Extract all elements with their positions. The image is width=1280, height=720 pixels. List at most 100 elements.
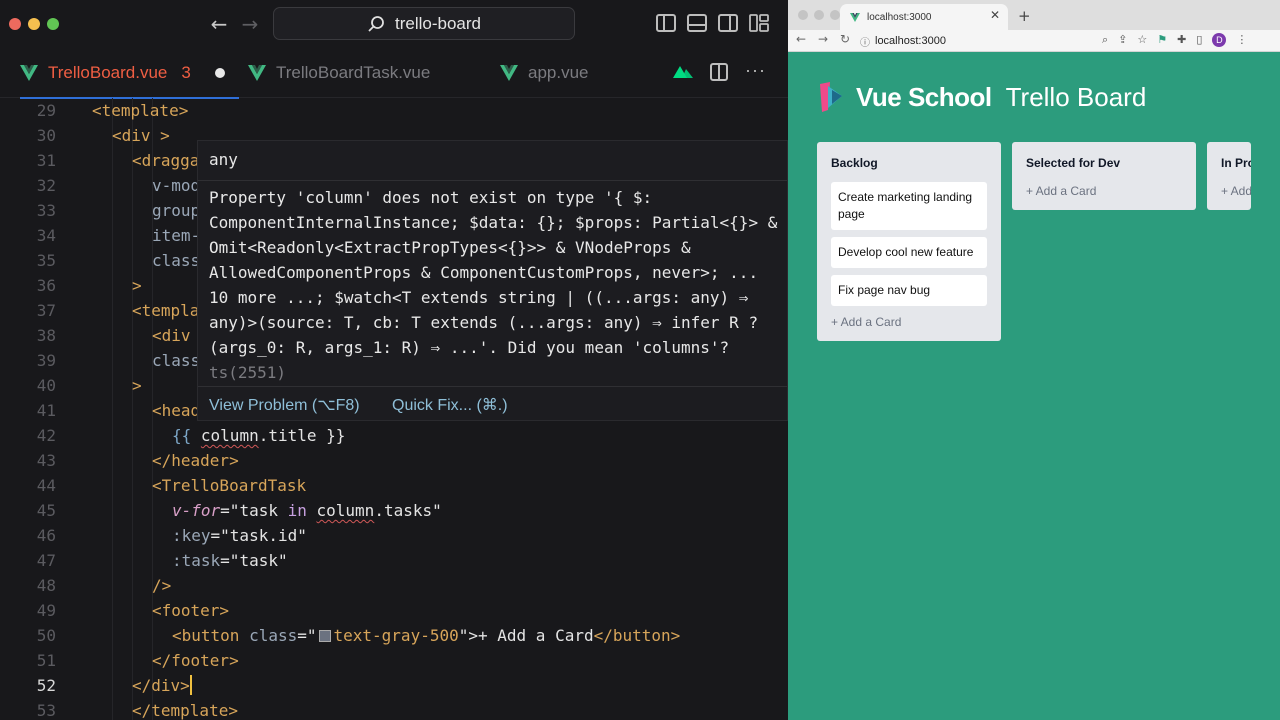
error-token[interactable]: column [201, 426, 259, 445]
browser-forward-icon[interactable]: → [818, 32, 828, 46]
add-card-button[interactable]: + Add a Card [831, 313, 987, 329]
code-text: :key [172, 526, 211, 545]
zoom-icon[interactable]: ⌕ [1102, 33, 1108, 47]
close-tab-icon[interactable]: ✕ [990, 8, 1000, 22]
color-swatch-icon[interactable] [318, 630, 331, 642]
code-text: <div [152, 326, 191, 345]
task-card[interactable]: Develop cool new feature [831, 237, 987, 268]
quick-fix-link[interactable]: Quick Fix... (⌘.) [392, 395, 508, 415]
view-problem-link[interactable]: View Problem (⌥F8) [209, 395, 360, 415]
side-panel-icon[interactable]: ▯ [1196, 33, 1202, 47]
line-number: 37 [36, 301, 56, 320]
browser-toolbar: ← → ↻ ⓘ localhost:3000 ⌕ ⇪ ☆ ⚑ ✚ ▯ D ⋮ [788, 30, 1280, 52]
vue-file-icon [500, 65, 518, 81]
line-number: 39 [36, 351, 56, 370]
vue-devtools-icon[interactable]: ⚑ [1157, 33, 1167, 47]
forward-arrow-icon[interactable]: → [236, 10, 264, 38]
hover-error-message: Property 'column' does not exist on type… [209, 185, 779, 385]
command-center-search[interactable]: trello-board [273, 7, 575, 40]
board-column-in-progress[interactable]: In Pro + Add [1207, 142, 1251, 210]
code-text: + Add a Card [478, 626, 594, 645]
toggle-primary-sidebar-icon[interactable] [656, 14, 676, 32]
code-editor-window: ← → trello-board TrelloBoard.vue 3 Trell… [0, 0, 788, 720]
line-number: 40 [36, 376, 56, 395]
code-text: ="task.id" [210, 526, 307, 545]
browser-tab-title: localhost:3000 [867, 11, 932, 23]
split-editor-icon[interactable] [710, 63, 728, 81]
code-line: 50 <button class=" text-gray-500">+ Add a … [0, 623, 788, 648]
hover-actions: View Problem (⌥F8) Quick Fix... (⌘.) [198, 386, 787, 421]
code-line: 29 <template> [0, 98, 788, 123]
tab-trelloboardtask-vue[interactable]: TrelloBoardTask.vue [248, 48, 430, 98]
tab-trelloboard-vue[interactable]: TrelloBoard.vue 3 [20, 48, 239, 99]
back-arrow-icon[interactable]: ← [205, 10, 233, 38]
search-label: trello-board [395, 13, 481, 33]
code-text: /> [152, 576, 172, 595]
line-number: 36 [36, 276, 56, 295]
vue-favicon-icon [850, 12, 860, 22]
line-number: 52 [36, 676, 56, 695]
code-text: {{ [172, 426, 201, 445]
browser-tabstrip: localhost:3000 ✕ + [788, 0, 1280, 30]
new-tab-icon[interactable]: + [1018, 7, 1031, 25]
browser-close-button[interactable] [798, 10, 808, 20]
error-token[interactable]: column [317, 501, 375, 520]
customize-layout-icon[interactable] [749, 14, 769, 32]
task-card[interactable]: Fix page nav bug [831, 275, 987, 306]
browser-window: localhost:3000 ✕ + ← → ↻ ⓘ localhost:300… [788, 0, 1280, 720]
profile-avatar[interactable]: D [1212, 33, 1227, 47]
code-line: 46:key="task.id" [0, 523, 788, 548]
vue-file-icon [248, 65, 266, 81]
board-column-backlog[interactable]: Backlog Create marketing landing page De… [817, 142, 1001, 341]
code-text: ="task" [220, 551, 288, 570]
code-text: <dragga [132, 151, 200, 170]
brand-name: Vue School [856, 81, 992, 112]
extensions-puzzle-icon[interactable]: ✚ [1177, 33, 1186, 47]
line-number: 41 [36, 401, 56, 420]
line-number: 38 [36, 326, 56, 345]
tab-app-vue[interactable]: app.vue [500, 48, 589, 98]
add-card-button[interactable]: + Add a Card [1026, 182, 1182, 198]
error-hover-popup: any Property 'column' does not exist on … [197, 140, 788, 421]
share-icon[interactable]: ⇪ [1118, 33, 1127, 47]
browser-menu-icon[interactable]: ⋮ [1236, 33, 1247, 47]
code-line: 51 </footer> [0, 648, 788, 673]
code-text: task [239, 501, 288, 520]
nuxt-icon[interactable] [673, 64, 693, 80]
browser-tab[interactable]: localhost:3000 ✕ [840, 4, 1008, 30]
line-number: 43 [36, 451, 56, 470]
toggle-secondary-sidebar-icon[interactable] [718, 14, 738, 32]
app-header: Vue School Trello Board [816, 80, 1146, 114]
code-line: 49 <footer> [0, 598, 788, 623]
tab-label: app.vue [528, 63, 589, 82]
minimize-window-button[interactable] [28, 18, 40, 30]
browser-back-icon[interactable]: ← [796, 32, 806, 46]
code-text: <footer> [152, 601, 230, 620]
task-card[interactable]: Create marketing landing page [831, 182, 987, 230]
site-info-icon[interactable]: ⓘ [860, 34, 870, 49]
line-number: 45 [36, 501, 56, 520]
toolbar-icons: ⌕ ⇪ ☆ ⚑ ✚ ▯ D ⋮ [1102, 33, 1247, 47]
browser-zoom-button[interactable] [830, 10, 840, 20]
code-line: 52 </div> [0, 673, 788, 698]
browser-minimize-button[interactable] [814, 10, 824, 20]
close-window-button[interactable] [9, 18, 21, 30]
add-card-button[interactable]: + Add [1221, 182, 1251, 198]
line-number: 47 [36, 551, 56, 570]
code-text: > [132, 276, 142, 295]
unsaved-dot-icon[interactable] [214, 68, 225, 78]
code-text: class [152, 251, 201, 270]
code-text: v-mod [152, 176, 201, 195]
board-column-selected-for-dev[interactable]: Selected for Dev + Add a Card [1012, 142, 1196, 210]
code-text: v-for [172, 501, 221, 520]
reload-icon[interactable]: ↻ [840, 32, 850, 46]
line-number: 32 [36, 176, 56, 195]
code-text: =" [220, 501, 240, 520]
zoom-window-button[interactable] [47, 18, 59, 30]
toggle-panel-icon[interactable] [687, 14, 707, 32]
bookmark-star-icon[interactable]: ☆ [1137, 33, 1147, 47]
code-text: <TrelloBoardTask [152, 476, 307, 495]
editor-titlebar: ← → trello-board [0, 0, 788, 48]
code-text: </template> [132, 701, 238, 720]
more-actions-icon[interactable]: ··· [745, 60, 766, 81]
